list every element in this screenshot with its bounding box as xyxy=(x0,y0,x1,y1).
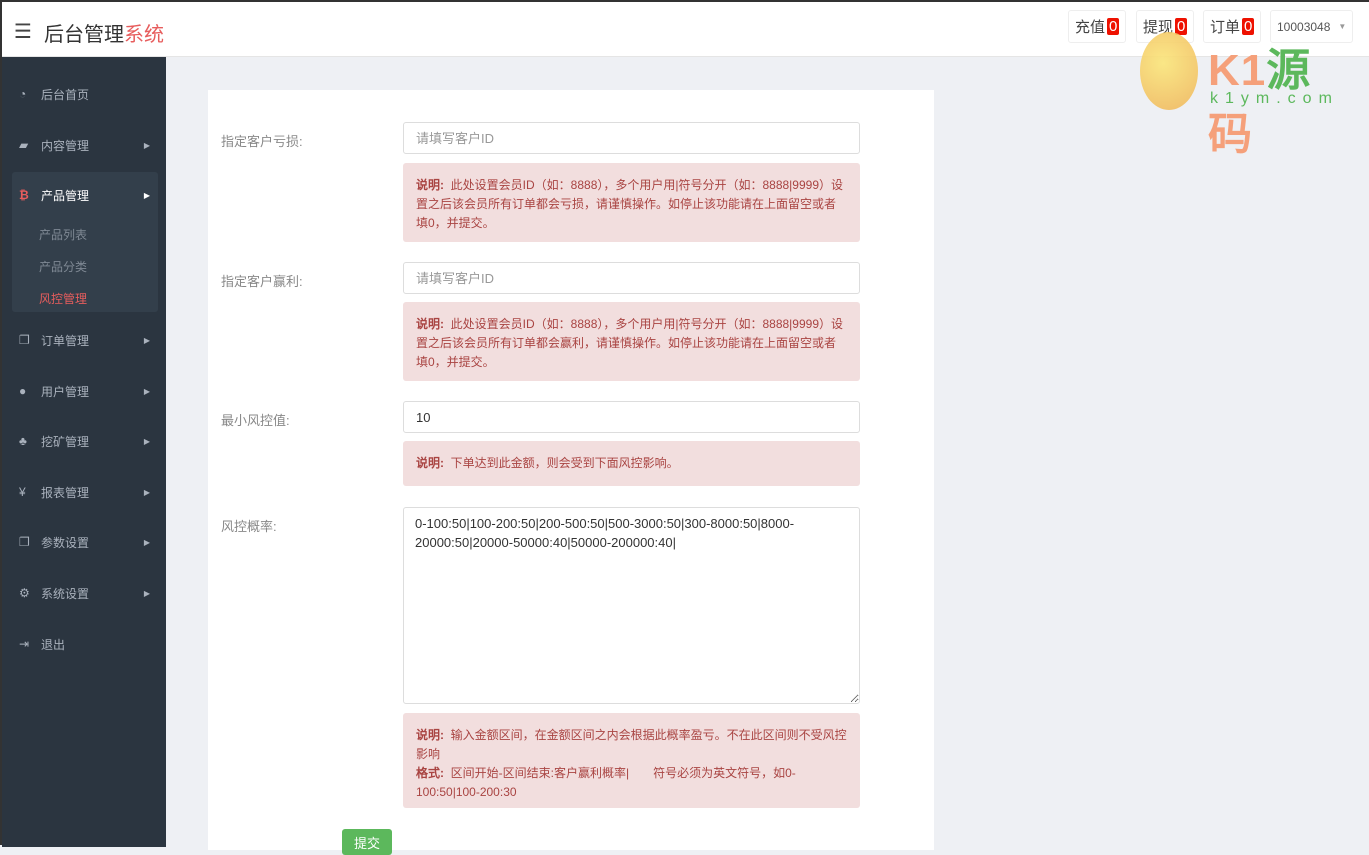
dashboard-icon: ◔ xyxy=(19,87,27,101)
recharge-button[interactable]: 充值 0 xyxy=(1068,10,1127,43)
chevron-right-icon: ▶ xyxy=(143,537,150,547)
withdraw-button[interactable]: 提现 0 xyxy=(1136,10,1195,43)
sidebar-item-orders[interactable]: ❐ 订单管理 ▶ xyxy=(2,315,166,365)
user-icon: ● xyxy=(19,384,27,398)
orders-label: 订单 xyxy=(1210,19,1241,36)
loss-label: 指定客户亏损: xyxy=(221,134,303,149)
sign-out-icon: ⇥ xyxy=(19,637,30,651)
note-text: 下单达到此金额，则会受到下面风控影响。 xyxy=(450,456,679,470)
hamburger-menu-icon[interactable]: ☰ xyxy=(14,19,32,44)
sidebar: ◔ 后台首页 ▰ 内容管理 ▶ ₿ 产品管理 ▶ 产品列表 产品分类 风控管理 ❐ 订单管理… xyxy=(2,57,166,847)
orders-badge: 0 xyxy=(1242,18,1255,35)
min-risk-input[interactable] xyxy=(403,401,860,433)
watermark-url: k1ym.com xyxy=(1210,90,1339,107)
sidebar-item-params[interactable]: ❐ 参数设置 ▶ xyxy=(2,517,166,567)
sidebar-item-dashboard[interactable]: ◔ 后台首页 xyxy=(2,69,166,119)
sidebar-item-label: 挖矿管理 xyxy=(41,434,90,449)
orders-button[interactable]: 订单 0 xyxy=(1203,10,1262,43)
sidebar-item-label: 后台首页 xyxy=(41,87,90,102)
sidebar-item-label: 参数设置 xyxy=(41,535,90,550)
sidebar-item-label: 产品管理 xyxy=(41,188,90,203)
sidebar-item-label: 内容管理 xyxy=(41,138,90,153)
copy-icon: ❐ xyxy=(19,535,30,549)
withdraw-label: 提现 xyxy=(1143,19,1174,36)
top-header: ☰ 后台管理系统 充值 0 提现 0 订单 0 10003048 ▼ xyxy=(2,2,1369,57)
sidebar-sub-product-category[interactable]: 产品分类 xyxy=(39,258,87,275)
win-customer-input[interactable] xyxy=(403,262,860,294)
user-dropdown[interactable]: 10003048 ▼ xyxy=(1270,10,1354,43)
win-note: 说明: 此处设置会员ID（如：8888），多个用户用|符号分开（如：8888|9… xyxy=(403,302,860,381)
brand-accent: 系统 xyxy=(124,24,164,46)
sidebar-item-content[interactable]: ▰ 内容管理 ▶ xyxy=(2,120,166,170)
sidebar-item-label: 报表管理 xyxy=(41,485,90,500)
brand-main: 后台管理 xyxy=(44,24,124,46)
rate-note: 说明: 输入金额区间，在金额区间之内会根据此概率盈亏。不在此区间则不受风控影响格… xyxy=(403,713,860,808)
min-note: 说明: 下单达到此金额，则会受到下面风控影响。 xyxy=(403,441,860,486)
note-title: 说明: xyxy=(416,728,444,742)
loss-note: 说明: 此处设置会员ID（如：8888），多个用户用|符号分开（如：8888|9… xyxy=(403,163,860,242)
sidebar-item-users[interactable]: ● 用户管理 ▶ xyxy=(2,366,166,416)
chevron-right-icon: ▶ xyxy=(143,436,150,446)
chevron-right-icon: ▶ xyxy=(143,140,150,150)
submit-button[interactable]: 提交 xyxy=(342,829,392,855)
sidebar-sub-product-list[interactable]: 产品列表 xyxy=(39,226,87,243)
risk-control-form: 指定客户亏损: 说明: 此处设置会员ID（如：8888），多个用户用|符号分开（… xyxy=(208,90,934,855)
bitcoin-icon: ₿ xyxy=(19,188,29,202)
chevron-right-icon: ▶ xyxy=(143,487,150,497)
sidebar-item-system[interactable]: ⚙ 系统设置 ▶ xyxy=(2,568,166,618)
sitemap-icon: ♣ xyxy=(19,434,27,448)
rate-label: 风控概率: xyxy=(221,519,277,534)
note-title: 说明: xyxy=(416,317,444,331)
sidebar-sub-risk-control[interactable]: 风控管理 xyxy=(39,290,87,307)
sidebar-item-label: 订单管理 xyxy=(41,333,90,348)
chevron-right-icon: ▶ xyxy=(143,190,150,200)
chevron-right-icon: ▶ xyxy=(143,386,150,396)
sidebar-item-label: 用户管理 xyxy=(41,384,90,399)
recharge-badge: 0 xyxy=(1107,18,1120,35)
sidebar-item-products[interactable]: ₿ 产品管理 ▶ xyxy=(2,170,166,220)
copy-icon: ❐ xyxy=(19,333,30,347)
note-title: 说明: xyxy=(416,178,444,192)
note-text: 此处设置会员ID（如：8888），多个用户用|符号分开（如：8888|9999）… xyxy=(416,178,843,230)
note-text: 此处设置会员ID（如：8888），多个用户用|符号分开（如：8888|9999）… xyxy=(416,317,843,369)
sidebar-item-logout[interactable]: ⇥ 退出 xyxy=(2,619,166,669)
recharge-label: 充值 xyxy=(1075,19,1106,36)
yen-icon: ¥ xyxy=(19,485,26,499)
note-title: 说明: xyxy=(416,456,444,470)
user-id: 10003048 xyxy=(1277,19,1331,34)
withdraw-badge: 0 xyxy=(1175,18,1188,35)
book-icon: ▰ xyxy=(19,138,29,152)
sidebar-item-label: 退出 xyxy=(41,637,66,652)
chevron-right-icon: ▶ xyxy=(143,588,150,598)
sidebar-item-mining[interactable]: ♣ 挖矿管理 ▶ xyxy=(2,416,166,466)
note-text: 输入金额区间，在金额区间之内会根据此概率盈亏。不在此区间则不受风控影响 xyxy=(416,728,847,761)
format-text: 区间开始-区间结束:客户赢利概率| 符号必须为英文符号，如0-100:50|10… xyxy=(416,766,796,799)
min-label: 最小风控值: xyxy=(221,413,290,428)
brand-title: 后台管理系统 xyxy=(44,18,164,47)
win-label: 指定客户赢利: xyxy=(221,274,303,289)
chevron-right-icon: ▶ xyxy=(143,335,150,345)
gears-icon: ⚙ xyxy=(19,586,30,600)
sidebar-item-label: 系统设置 xyxy=(41,586,90,601)
format-title: 格式: xyxy=(416,766,444,780)
risk-rate-textarea[interactable]: 0-100:50|100-200:50|200-500:50|500-3000:… xyxy=(403,507,860,704)
sidebar-item-reports[interactable]: ¥ 报表管理 ▶ xyxy=(2,467,166,517)
loss-customer-input[interactable] xyxy=(403,122,860,154)
caret-down-icon: ▼ xyxy=(1338,22,1347,31)
